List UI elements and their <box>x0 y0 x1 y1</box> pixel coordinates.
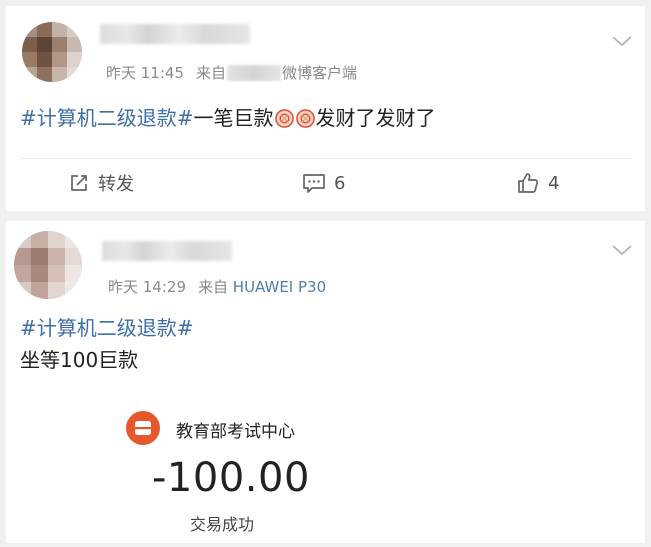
post-text-segment: 发财了发财了 <box>315 106 436 130</box>
post-text-segment: 一笔巨款 <box>193 106 274 130</box>
post-meta: 昨天 14:29 来自 HUAWEI P30 <box>108 276 326 297</box>
fortune-emoji-icon <box>295 109 315 128</box>
username-redacted[interactable] <box>100 24 250 44</box>
weibo-post-card: 昨天 11:45 来自 微博客户端 #计算机二级退款#一笔巨款 发财了发财了 转发 6… <box>6 6 645 211</box>
like-count: 4 <box>548 172 560 194</box>
comment-button[interactable]: 6 <box>302 166 345 200</box>
like-button[interactable]: 4 <box>516 166 559 200</box>
chevron-down-icon[interactable] <box>611 243 633 257</box>
source-redacted <box>227 65 282 81</box>
avatar[interactable] <box>22 22 82 82</box>
avatar[interactable] <box>14 231 82 299</box>
thumbs-up-icon <box>518 173 539 193</box>
device-link[interactable]: HUAWEI P30 <box>233 278 326 296</box>
comment-count: 6 <box>334 172 346 194</box>
post-content: #计算机二级退款#一笔巨款 发财了发财了 <box>20 103 436 133</box>
post-meta: 昨天 11:45 来自 微博客户端 <box>106 62 357 83</box>
payment-receipt-image[interactable]: 教育部考试中心 -100.00 交易成功 <box>126 411 326 534</box>
receipt-amount: -100.00 <box>152 455 310 501</box>
repost-label: 转发 <box>98 174 134 195</box>
post-time: 昨天 14:29 <box>108 278 186 296</box>
source-client[interactable]: 微博客户端 <box>282 64 357 82</box>
post-body: 坐等100巨款 <box>20 348 139 372</box>
post-time: 昨天 11:45 <box>106 64 184 82</box>
receipt-status: 交易成功 <box>190 515 255 534</box>
hashtag-link[interactable]: #计算机二级退款# <box>20 316 194 340</box>
username-redacted[interactable] <box>102 241 232 261</box>
source-prefix: 来自 <box>196 64 227 82</box>
chevron-down-icon[interactable] <box>611 34 633 48</box>
divider <box>20 158 631 159</box>
fortune-emoji-icon <box>274 109 294 128</box>
receipt-org-name: 教育部考试中心 <box>176 422 295 442</box>
exam-center-logo-icon <box>126 411 160 445</box>
repost-icon <box>71 175 87 191</box>
comment-icon <box>303 174 325 193</box>
hashtag-link[interactable]: #计算机二级退款# <box>20 106 194 130</box>
source-prefix: 来自 <box>198 278 229 296</box>
weibo-post-card: 昨天 14:29 来自 HUAWEI P30 #计算机二级退款# 坐等100巨款 … <box>6 221 645 543</box>
post-hashtag-line: #计算机二级退款# <box>20 313 194 343</box>
repost-button[interactable]: 转发 <box>68 166 134 200</box>
